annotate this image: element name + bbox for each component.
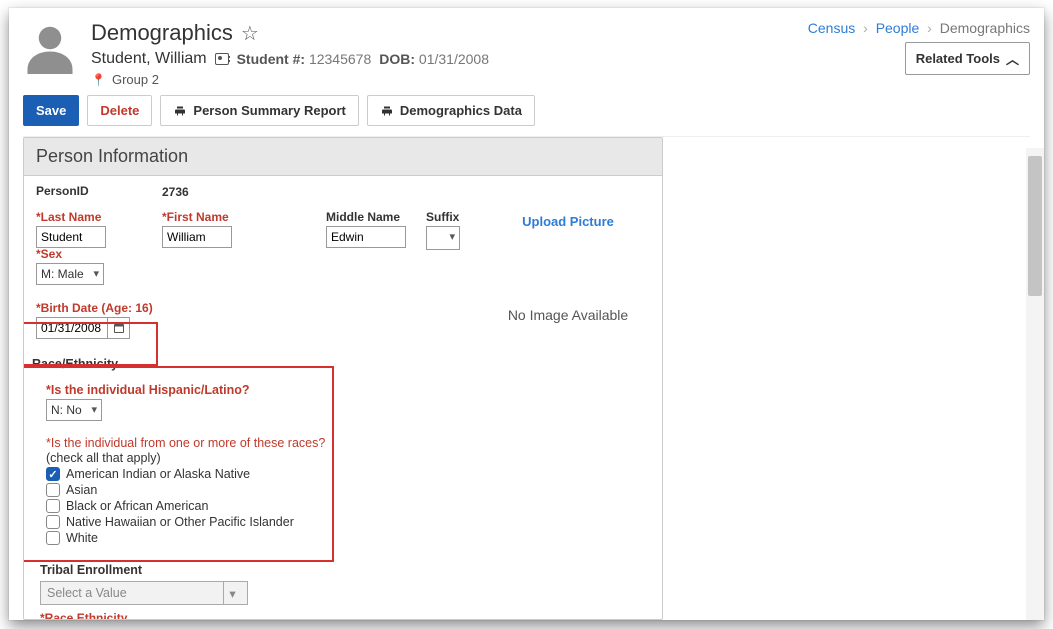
- middle-name-label: Middle Name: [326, 210, 418, 224]
- race-option: ✓ American Indian or Alaska Native: [46, 467, 644, 481]
- demographics-data-button[interactable]: Demographics Data: [367, 95, 535, 126]
- person-id-value: 2736: [162, 185, 189, 199]
- race-section-label: Race/Ethnicity: [32, 357, 654, 371]
- hispanic-question: *Is the individual Hispanic/Latino?: [46, 383, 644, 397]
- crumb-people[interactable]: People: [876, 20, 920, 36]
- truncated-label: *Race Ethnicity: [32, 611, 654, 619]
- panel-title: Person Information: [24, 138, 662, 176]
- student-no-label: Student #:: [237, 51, 305, 67]
- race-option-label: Black or African American: [66, 499, 208, 513]
- hispanic-value: N: No: [51, 403, 82, 417]
- print-icon: [380, 105, 394, 117]
- page-title: Demographics: [91, 20, 233, 46]
- summary-report-label: Person Summary Report: [193, 103, 345, 118]
- race-checkbox[interactable]: [46, 531, 60, 545]
- related-tools-label: Related Tools: [916, 51, 1000, 66]
- dob-value: 01/31/2008: [419, 51, 489, 67]
- birth-date-label: *Birth Date (Age: 16): [36, 301, 153, 315]
- race-option-label: American Indian or Alaska Native: [66, 467, 250, 481]
- chevron-up-icon: ︿: [1006, 49, 1019, 68]
- person-name: Student, William: [91, 50, 207, 68]
- avatar: [23, 20, 77, 74]
- no-image-label: No Image Available: [486, 307, 650, 323]
- race-checkbox[interactable]: [46, 499, 60, 513]
- crumb-current: Demographics: [940, 20, 1030, 36]
- related-tools-button[interactable]: Related Tools ︿: [905, 42, 1030, 75]
- hispanic-select[interactable]: N: No: [46, 399, 102, 421]
- race-option: Asian: [46, 483, 644, 497]
- races-question: *Is the individual from one or more of t…: [46, 436, 325, 450]
- race-option-label: Asian: [66, 483, 97, 497]
- race-option: White: [46, 531, 644, 545]
- chevron-down-icon: ▾: [223, 582, 241, 604]
- sex-label: *Sex: [36, 247, 104, 261]
- race-checkbox[interactable]: [46, 515, 60, 529]
- suffix-select[interactable]: [426, 226, 460, 250]
- upload-picture-link[interactable]: Upload Picture: [522, 214, 614, 229]
- birth-date-input[interactable]: [36, 317, 108, 339]
- person-info-panel: Person Information PersonID 2736 *Last N…: [23, 137, 663, 620]
- last-name-label: *Last Name: [36, 210, 154, 224]
- race-option-label: Native Hawaiian or Other Pacific Islande…: [66, 515, 294, 529]
- first-name-input[interactable]: [162, 226, 232, 248]
- person-id-label: PersonID: [36, 184, 154, 198]
- print-icon: [173, 105, 187, 117]
- delete-button[interactable]: Delete: [87, 95, 152, 126]
- tribal-select[interactable]: Select a Value ▾: [40, 581, 248, 605]
- dob-label: DOB:: [379, 51, 415, 67]
- id-card-icon: [215, 53, 229, 65]
- demographics-data-label: Demographics Data: [400, 103, 522, 118]
- tribal-label: Tribal Enrollment: [40, 563, 654, 577]
- first-name-label: *First Name: [162, 210, 318, 224]
- group-label: Group 2: [112, 72, 159, 87]
- save-label: Save: [36, 103, 66, 118]
- races-hint: (check all that apply): [46, 451, 161, 465]
- summary-report-button[interactable]: Person Summary Report: [160, 95, 358, 126]
- middle-name-input[interactable]: [326, 226, 406, 248]
- race-option-label: White: [66, 531, 98, 545]
- race-checkbox[interactable]: ✓: [46, 467, 60, 481]
- breadcrumb: Census › People › Demographics: [808, 20, 1030, 36]
- save-button[interactable]: Save: [23, 95, 79, 126]
- race-option: Native Hawaiian or Other Pacific Islande…: [46, 515, 644, 529]
- calendar-icon[interactable]: [108, 317, 130, 339]
- suffix-label: Suffix: [426, 210, 478, 224]
- favorite-icon[interactable]: ☆: [241, 21, 259, 46]
- student-no: 12345678: [309, 51, 371, 67]
- scrollbar-thumb[interactable]: [1028, 156, 1042, 296]
- race-option: Black or African American: [46, 499, 644, 513]
- tribal-placeholder: Select a Value: [47, 586, 127, 600]
- crumb-census[interactable]: Census: [808, 20, 855, 36]
- sex-value: M: Male: [41, 267, 84, 281]
- sex-select[interactable]: M: Male: [36, 263, 104, 285]
- pin-icon: 📍: [91, 73, 106, 87]
- delete-label: Delete: [100, 103, 139, 118]
- race-checkbox[interactable]: [46, 483, 60, 497]
